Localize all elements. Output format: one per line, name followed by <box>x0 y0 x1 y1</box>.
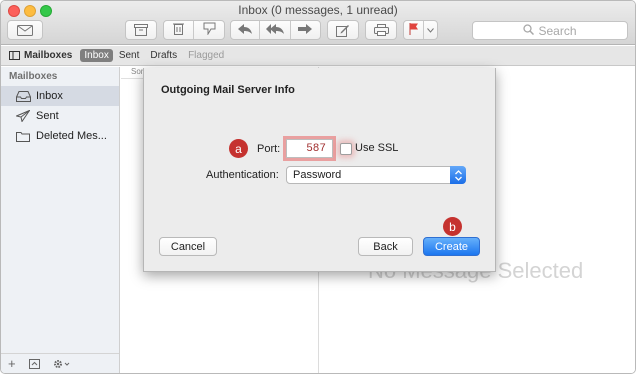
gear-icon[interactable] <box>53 359 70 369</box>
sidebar-item-sent[interactable]: Sent <box>1 106 119 126</box>
authentication-select[interactable]: Password <box>286 166 466 184</box>
mailboxes-toggle[interactable]: Mailboxes <box>9 50 72 61</box>
inbox-tray-icon <box>15 90 31 102</box>
print-icon <box>373 24 389 36</box>
favorite-inbox[interactable]: Inbox <box>80 49 113 62</box>
search-icon <box>523 23 538 38</box>
favorite-drafts[interactable]: Drafts <box>150 50 177 61</box>
archive-button[interactable] <box>125 20 157 40</box>
marker-a: a <box>229 139 248 158</box>
inbox-toggle-icon[interactable] <box>28 358 40 369</box>
back-button[interactable]: Back <box>358 237 413 256</box>
new-message-button[interactable] <box>327 20 359 40</box>
flag-button[interactable] <box>404 21 425 39</box>
delete-button[interactable] <box>164 21 194 39</box>
new-message-icon <box>336 24 350 37</box>
sidebar-header: Mailboxes <box>9 71 58 82</box>
search-input[interactable]: Search <box>472 21 628 40</box>
cancel-button[interactable]: Cancel <box>159 237 217 256</box>
paper-plane-icon <box>15 110 31 122</box>
sidebar-item-label: Sent <box>36 110 59 122</box>
search-placeholder: Search <box>538 23 577 38</box>
archive-icon <box>134 24 148 36</box>
trash-icon <box>173 22 184 38</box>
toolbar: Inbox (0 messages, 1 unread) Search <box>1 1 635 45</box>
favorites-bar: Mailboxes Inbox Sent Drafts Flagged <box>1 46 635 66</box>
flag-icon <box>409 22 419 38</box>
folder-icon <box>15 131 31 142</box>
authentication-label: Authentication: <box>206 169 279 181</box>
add-mailbox-button[interactable]: + <box>8 356 16 371</box>
forward-button[interactable] <box>291 21 320 39</box>
flag-dropdown[interactable] <box>424 21 437 39</box>
port-label: Port: <box>257 143 281 155</box>
reply-button[interactable] <box>231 21 261 39</box>
mail-window: Inbox (0 messages, 1 unread) Search Mail… <box>0 0 636 374</box>
sidebar-toggle-icon <box>9 51 20 60</box>
favorite-flagged[interactable]: Flagged <box>188 50 224 61</box>
flag-menu <box>403 20 438 40</box>
sidebar-footer: + <box>1 353 119 373</box>
reply-icon <box>238 23 253 37</box>
chevron-down-icon <box>427 24 435 36</box>
print-button[interactable] <box>365 20 397 40</box>
compose-envelope-icon <box>17 24 33 36</box>
outgoing-server-sheet: Outgoing Mail Server Info Port: 587 Use … <box>143 68 496 272</box>
select-stepper-icon <box>450 166 466 184</box>
marker-b: b <box>443 217 462 236</box>
favorite-sent[interactable]: Sent <box>119 50 140 61</box>
sidebar-item-inbox[interactable]: Inbox <box>1 86 119 106</box>
reply-group <box>230 20 321 40</box>
sidebar-item-deleted[interactable]: Deleted Mes... <box>1 126 119 146</box>
use-ssl-label: Use SSL <box>355 142 399 154</box>
authentication-value: Password <box>293 169 342 181</box>
port-field[interactable]: 587 <box>286 139 333 158</box>
use-ssl-checkbox[interactable] <box>340 143 352 155</box>
forward-icon <box>298 23 313 37</box>
create-button[interactable]: Create <box>423 237 480 256</box>
sidebar-item-label: Inbox <box>36 90 63 102</box>
window-title: Inbox (0 messages, 1 unread) <box>238 3 398 17</box>
reply-all-button[interactable] <box>260 21 291 39</box>
sidebar-item-label: Deleted Mes... <box>36 130 107 142</box>
get-mail-button[interactable] <box>7 20 43 40</box>
junk-icon <box>203 22 216 38</box>
sidebar: Mailboxes Inbox Sent Deleted Mes... + <box>1 67 120 373</box>
reply-all-icon <box>266 23 284 37</box>
junk-button[interactable] <box>194 21 224 39</box>
mailboxes-label: Mailboxes <box>24 50 73 61</box>
delete-junk-group <box>163 20 225 40</box>
sheet-title: Outgoing Mail Server Info <box>161 84 295 96</box>
